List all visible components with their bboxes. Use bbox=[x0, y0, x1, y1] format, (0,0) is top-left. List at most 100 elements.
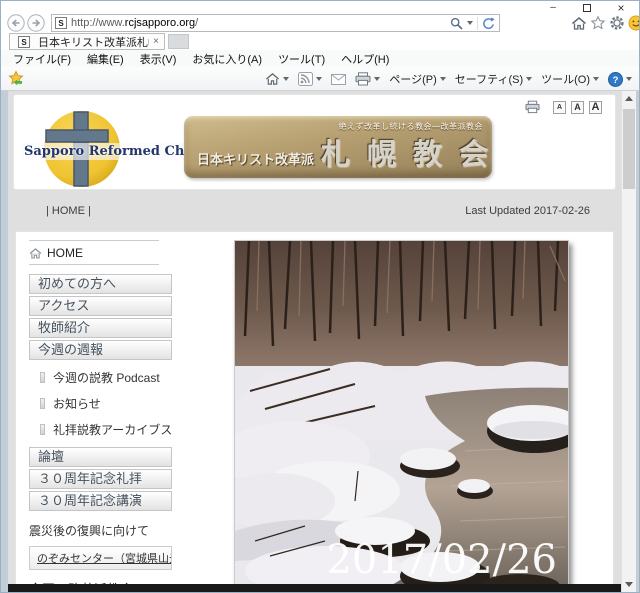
menu-help[interactable]: ヘルプ(H) bbox=[333, 51, 397, 67]
site-header: A A A bbox=[13, 94, 616, 190]
scroll-up-arrow[interactable] bbox=[625, 96, 633, 101]
wooden-plaque: 絶えず改革し続ける教会―改革派教会 日本キリスト改革派 札幌教会 bbox=[184, 116, 492, 178]
url-domain: rcjsapporo.org bbox=[125, 17, 195, 29]
title-bar: – × bbox=[1, 1, 639, 13]
sidebar-subitem-podcast[interactable]: 今週の説教 Podcast bbox=[40, 369, 184, 386]
tools-menu-label: ツール(O) bbox=[541, 71, 590, 87]
sidebar-item-weekly-bulletin[interactable]: 今週の週報 bbox=[29, 340, 172, 360]
chrome-buttons bbox=[571, 14, 640, 32]
browser-window: – × S http://www.rcjsapporo.org/ bbox=[0, 0, 640, 593]
recovery-note: 震災後の復興に向けて bbox=[29, 522, 184, 539]
home-dropdown-caret bbox=[283, 77, 289, 81]
bullet-bar-icon bbox=[40, 398, 45, 409]
rss-dropdown-caret bbox=[316, 77, 322, 81]
print-button[interactable] bbox=[355, 72, 380, 86]
breadcrumb[interactable]: | HOME | bbox=[46, 205, 91, 217]
sidebar-item-home[interactable]: HOME bbox=[29, 246, 159, 265]
printer-icon bbox=[355, 72, 371, 86]
home-button[interactable] bbox=[571, 16, 587, 31]
page-viewport: A A A bbox=[1, 91, 639, 592]
menu-bar: ファイル(F) 編集(E) 表示(V) お気に入り(A) ツール(T) ヘルプ(… bbox=[1, 50, 639, 67]
webpage: A A A bbox=[8, 91, 623, 592]
subitem-label: お知らせ bbox=[53, 395, 101, 412]
sidebar-item-forum[interactable]: 論壇 bbox=[29, 447, 172, 467]
new-tab-button[interactable] bbox=[168, 34, 189, 49]
scrollbar-thumb[interactable] bbox=[623, 109, 635, 189]
refresh-button[interactable] bbox=[482, 17, 495, 30]
forward-icon bbox=[27, 14, 45, 32]
vertical-scrollbar[interactable] bbox=[621, 91, 636, 592]
svg-text:?: ? bbox=[613, 75, 619, 86]
safety-dropdown-caret bbox=[526, 77, 532, 81]
scroll-down-arrow[interactable] bbox=[625, 582, 633, 587]
main-photo: 2017/02/26 bbox=[234, 240, 569, 589]
sidebar-subitem-news[interactable]: お知らせ bbox=[40, 395, 184, 412]
read-mail-button[interactable] bbox=[331, 74, 346, 85]
maximize-icon bbox=[583, 4, 591, 12]
menu-file[interactable]: ファイル(F) bbox=[5, 51, 79, 67]
plaque-denomination: 日本キリスト改革派 bbox=[197, 149, 314, 168]
logo-text-band: Sapporo Reformed Church bbox=[22, 143, 192, 160]
tools-menu-button[interactable]: ツール(O) bbox=[541, 71, 599, 87]
menu-view[interactable]: 表示(V) bbox=[132, 51, 185, 67]
sidebar-item-30th-worship[interactable]: ３０周年記念礼拝 bbox=[29, 469, 172, 489]
site-favicon: S bbox=[55, 17, 67, 29]
command-bar: ページ(P) セーフティ(S) ツール(O) ? bbox=[1, 67, 639, 91]
add-favorites-bar-button[interactable] bbox=[7, 70, 25, 92]
favorites-star-icon bbox=[7, 70, 25, 87]
font-size-small-button[interactable]: A bbox=[553, 101, 566, 114]
sidebar-item-first-visit[interactable]: 初めての方へ bbox=[29, 274, 172, 294]
refresh-icon bbox=[482, 17, 495, 30]
search-dropdown-caret[interactable] bbox=[467, 21, 473, 25]
photo-date: 2017/02/26 bbox=[326, 537, 557, 583]
subitem-label: 今週の説教 Podcast bbox=[53, 369, 160, 386]
sidebar-item-30th-lecture[interactable]: ３０周年記念講演 bbox=[29, 491, 172, 511]
bullet-bar-icon bbox=[40, 424, 45, 435]
help-menu-button[interactable]: ? bbox=[608, 72, 632, 87]
forward-button[interactable] bbox=[27, 14, 45, 32]
plaque-church-name: 札幌教会 bbox=[321, 140, 505, 169]
font-size-medium-button[interactable]: A bbox=[571, 101, 584, 114]
page-menu-button[interactable]: ページ(P) bbox=[389, 71, 445, 87]
tab-close-icon[interactable]: × bbox=[153, 36, 159, 47]
address-input[interactable]: S http://www.rcjsapporo.org/ bbox=[51, 14, 500, 32]
settings-button[interactable] bbox=[609, 15, 625, 31]
search-icon bbox=[450, 17, 463, 30]
nozomi-center-link[interactable]: のぞみセンター（宮城県山元町） bbox=[29, 546, 172, 570]
feedback-button[interactable] bbox=[628, 15, 640, 31]
smiley-icon bbox=[628, 15, 640, 31]
content-area: HOME 初めての方へ アクセス 牧師紹介 今週の週報 今週の説教 Podcas… bbox=[15, 231, 614, 586]
gear-icon bbox=[609, 15, 625, 31]
home-page-button[interactable] bbox=[265, 72, 289, 86]
search-button[interactable] bbox=[450, 17, 463, 30]
print-dropdown-caret bbox=[374, 77, 380, 81]
url-prefix: http://www. bbox=[71, 17, 125, 29]
home-icon bbox=[571, 16, 587, 31]
mail-icon bbox=[331, 74, 346, 85]
last-updated-label: Last Updated 2017-02-26 bbox=[465, 205, 590, 217]
rss-feed-button[interactable] bbox=[298, 72, 322, 86]
menu-tools[interactable]: ツール(T) bbox=[270, 51, 333, 67]
sidebar-item-pastor[interactable]: 牧師紹介 bbox=[29, 318, 172, 338]
sidebar-subitem-sermon-archive[interactable]: 礼拝説教アーカイブス bbox=[40, 421, 184, 438]
tools-dropdown-caret bbox=[593, 77, 599, 81]
plaque-tagline: 絶えず改革し続ける教会―改革派教会 bbox=[339, 121, 484, 132]
page-print-button[interactable] bbox=[525, 100, 540, 114]
safety-menu-button[interactable]: セーフティ(S) bbox=[455, 71, 532, 87]
tab-active[interactable]: S 日本キリスト改革派札幌教会 × bbox=[9, 33, 165, 50]
font-size-large-button[interactable]: A bbox=[589, 101, 602, 114]
star-icon bbox=[590, 15, 606, 31]
back-button[interactable] bbox=[7, 14, 25, 32]
safety-menu-label: セーフティ(S) bbox=[455, 71, 523, 87]
back-icon bbox=[7, 14, 25, 32]
page-menu-label: ページ(P) bbox=[389, 71, 436, 87]
sidebar-item-access[interactable]: アクセス bbox=[29, 296, 172, 316]
menu-edit[interactable]: 編集(E) bbox=[79, 51, 132, 67]
help-dropdown-caret bbox=[626, 77, 632, 81]
winter-river-photo: 2017/02/26 bbox=[235, 241, 568, 588]
favorites-button[interactable] bbox=[590, 15, 606, 31]
sidebar-nav: HOME 初めての方へ アクセス 牧師紹介 今週の週報 今週の説教 Podcas… bbox=[29, 240, 184, 592]
menu-favorites[interactable]: お気に入り(A) bbox=[184, 51, 270, 67]
page-header-toolbar: A A A bbox=[525, 100, 602, 114]
tab-title: 日本キリスト改革派札幌教会 bbox=[38, 34, 149, 50]
